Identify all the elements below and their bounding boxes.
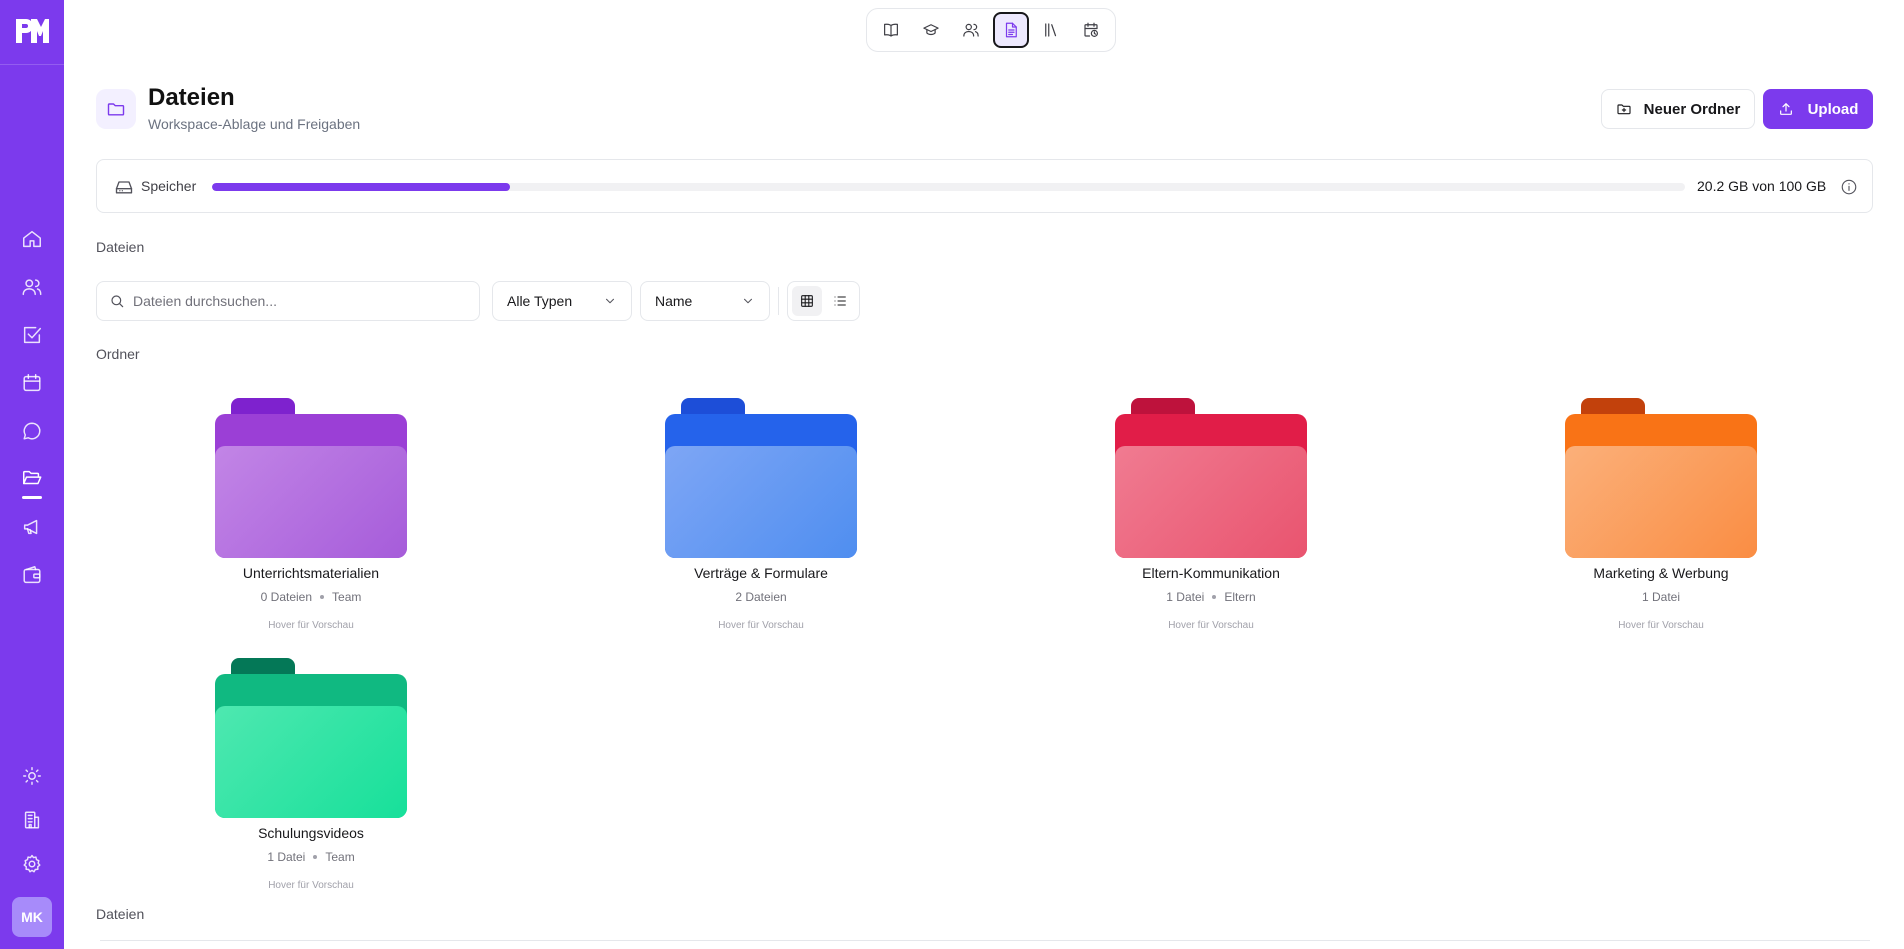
sort-select[interactable]: Name — [640, 281, 770, 321]
sidebar-divider — [0, 64, 64, 65]
folder-meta: 2 Dateien — [600, 590, 922, 604]
settings-icon[interactable] — [20, 852, 44, 876]
meta-separator — [313, 855, 318, 859]
files-table-border — [100, 940, 1870, 941]
users-icon[interactable] — [20, 275, 44, 299]
storage-usage-panel: Speicher 20.2 GB von 100 GB — [96, 159, 1873, 213]
sun-icon[interactable] — [20, 764, 44, 788]
user-avatar[interactable]: MK — [12, 897, 52, 937]
folder-name: Verträge & Formulare — [694, 565, 828, 581]
folder-name: Schulungsvideos — [258, 825, 364, 841]
wallet-icon[interactable] — [20, 563, 44, 587]
meta-separator — [320, 595, 325, 599]
app-logo[interactable] — [14, 16, 50, 46]
folder-meta: 1 Datei Team — [150, 850, 472, 864]
folder-hover-hint: Hover für Vorschau — [268, 620, 354, 631]
view-toggle — [787, 281, 860, 321]
folders-section-label: Ordner — [96, 346, 140, 362]
upload-icon — [1779, 103, 1792, 115]
folder-card[interactable]: Eltern-Kommunikation 1 Datei Eltern Hover f… — [1050, 398, 1350, 658]
library-icon[interactable] — [1033, 12, 1069, 48]
page-subtitle: Workspace-Ablage und Freigaben — [148, 116, 361, 132]
folder-name: Marketing & Werbung — [1593, 565, 1729, 581]
folder-card[interactable]: Unterrichtsmaterialien 0 Dateien Team Hover… — [150, 398, 450, 658]
list-view-button[interactable] — [826, 286, 856, 316]
folder-front — [215, 446, 407, 558]
building-icon[interactable] — [20, 808, 44, 832]
folder-name: Eltern-Kommunikation — [1142, 565, 1280, 581]
storage-value: 20.2 GB von 100 GB — [1697, 178, 1827, 194]
folder-icon[interactable] — [1565, 398, 1757, 558]
folder-icon[interactable] — [1115, 398, 1307, 558]
folder-hover-hint: Hover für Vorschau — [1618, 620, 1704, 631]
graduation-cap-icon[interactable] — [913, 12, 949, 48]
folder-card[interactable]: Verträge & Formulare 2 Dateien Hover für V… — [600, 398, 900, 658]
top-nav — [866, 8, 1116, 52]
folder-hover-hint: Hover für Vorschau — [718, 620, 804, 631]
folder-front — [1115, 446, 1307, 558]
filter-divider — [778, 287, 779, 315]
files-section-label: Dateien — [96, 239, 145, 255]
folder-meta: 1 Datei Eltern — [1050, 590, 1372, 604]
folder-tag: Eltern — [1224, 590, 1256, 604]
chevron-down-icon — [743, 298, 753, 304]
type-filter-value: Alle Typen — [507, 293, 573, 309]
upload-button[interactable]: Upload — [1763, 89, 1873, 129]
search-field[interactable] — [96, 281, 480, 321]
folder-file-count: 1 Datei — [267, 850, 306, 864]
chevron-down-icon — [605, 298, 615, 304]
folder-front — [1565, 446, 1757, 558]
folder-open-icon[interactable] — [20, 466, 44, 490]
meta-separator — [1212, 595, 1217, 599]
folder-file-count: 2 Dateien — [735, 590, 787, 604]
storage-progress-bar — [212, 183, 1685, 191]
new-folder-button[interactable]: Neuer Ordner — [1601, 89, 1755, 129]
storage-progress-fill — [212, 183, 510, 191]
home-icon[interactable] — [20, 227, 44, 251]
grid-view-button[interactable] — [792, 286, 822, 316]
search-input[interactable] — [133, 293, 473, 309]
new-folder-label: Neuer Ordner — [1643, 100, 1741, 118]
folder-front — [215, 706, 407, 818]
folder-file-count: 1 Datei — [1641, 590, 1681, 604]
list-icon — [834, 296, 847, 306]
sidebar-active-indicator — [22, 496, 42, 499]
folder-meta: 0 Dateien Team — [150, 590, 472, 604]
folder-card[interactable]: Schulungsvideos 1 Datei Team Hover für Vors… — [150, 658, 450, 918]
hard-drive-icon — [114, 177, 134, 197]
book-icon[interactable] — [873, 12, 909, 48]
tasks-icon[interactable] — [20, 323, 44, 347]
calendar-icon[interactable] — [20, 371, 44, 395]
folder-icon — [96, 89, 136, 129]
info-icon[interactable] — [1840, 178, 1858, 196]
page-title: Dateien — [148, 84, 235, 111]
files-section-label-bottom: Dateien — [96, 906, 145, 922]
search-icon — [111, 295, 124, 308]
sort-value: Name — [655, 293, 693, 309]
document-icon[interactable] — [993, 12, 1029, 48]
chat-icon[interactable] — [20, 419, 44, 443]
grid-icon — [800, 295, 813, 307]
calendar-clock-icon[interactable] — [1073, 12, 1109, 48]
folder-tag: Team — [325, 850, 355, 864]
folder-icon[interactable] — [665, 398, 857, 558]
folder-meta: 1 Datei — [1500, 590, 1822, 604]
type-filter-select[interactable]: Alle Typen — [492, 281, 632, 321]
folder-name: Unterrichtsmaterialien — [242, 565, 380, 581]
megaphone-icon[interactable] — [20, 515, 44, 539]
storage-label: Speicher — [141, 178, 197, 194]
folder-file-count: 0 Dateien — [260, 590, 313, 604]
folder-icon[interactable] — [215, 398, 407, 558]
folder-file-count: 1 Datei — [1166, 590, 1205, 604]
folder-hover-hint: Hover für Vorschau — [268, 880, 354, 891]
folder-hover-hint: Hover für Vorschau — [1168, 620, 1254, 631]
folder-card[interactable]: Marketing & Werbung 1 Datei Hover für Vors… — [1500, 398, 1800, 658]
folder-plus-icon — [1617, 104, 1631, 115]
folder-icon[interactable] — [215, 658, 407, 818]
sidebar: MK — [0, 0, 64, 949]
users-icon[interactable] — [953, 12, 989, 48]
upload-label: Upload — [1807, 100, 1859, 118]
folder-tag: Team — [332, 590, 362, 604]
folder-front — [665, 446, 857, 558]
